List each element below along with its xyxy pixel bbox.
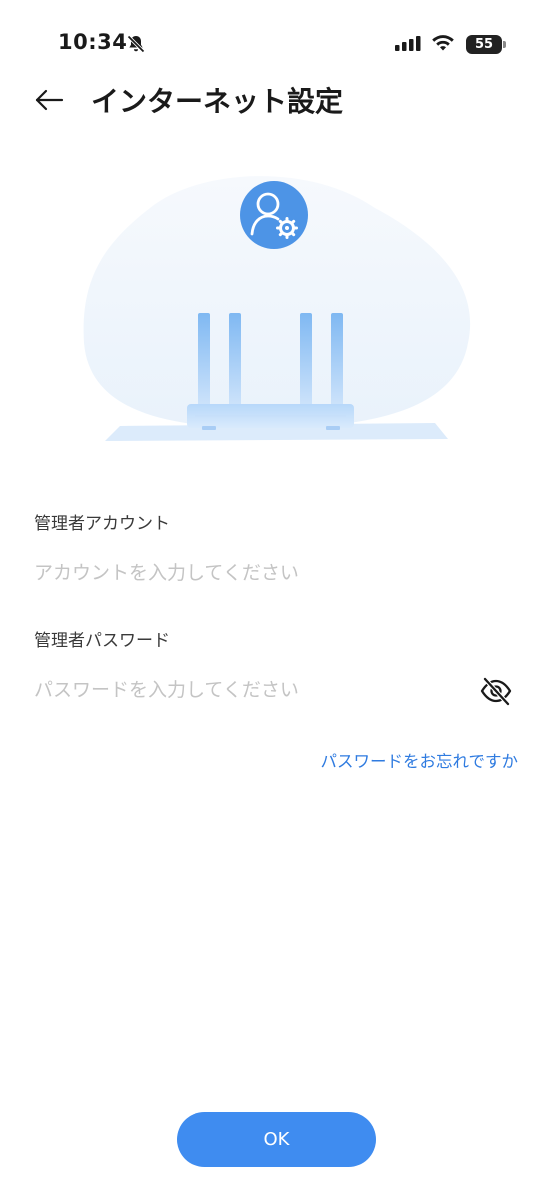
wifi-icon: [432, 35, 454, 51]
forgot-password-link[interactable]: パスワードをお忘れですか: [320, 748, 518, 772]
back-button[interactable]: [30, 82, 68, 118]
account-label: 管理者アカウント: [34, 514, 170, 534]
router-antenna: [331, 313, 343, 408]
battery-icon: 55: [466, 35, 502, 54]
status-time: 10:34: [58, 30, 128, 54]
bell-off-icon: [127, 35, 145, 53]
password-label: 管理者パスワード: [34, 631, 170, 651]
signal-icon: [395, 36, 421, 51]
ok-button[interactable]: OK: [177, 1112, 376, 1167]
status-bar: 10:34 55: [0, 0, 552, 90]
screen: 10:34 55 インターネット設定 管理者アカウント アカウントを入力してくだ…: [0, 0, 552, 1200]
eye-off-icon: [480, 676, 512, 706]
battery-level: 55: [474, 37, 494, 52]
battery-tip: [503, 41, 506, 48]
arrow-left-icon: [35, 89, 64, 111]
page-title: インターネット設定: [91, 85, 344, 118]
router-antenna: [198, 313, 210, 408]
router-antenna: [300, 313, 312, 408]
password-input[interactable]: [34, 670, 464, 710]
password-visibility-toggle[interactable]: [478, 674, 514, 708]
router-illustration: [83, 176, 471, 441]
account-input[interactable]: [34, 553, 464, 593]
router-antenna: [229, 313, 241, 408]
user-settings-icon: [240, 181, 308, 249]
